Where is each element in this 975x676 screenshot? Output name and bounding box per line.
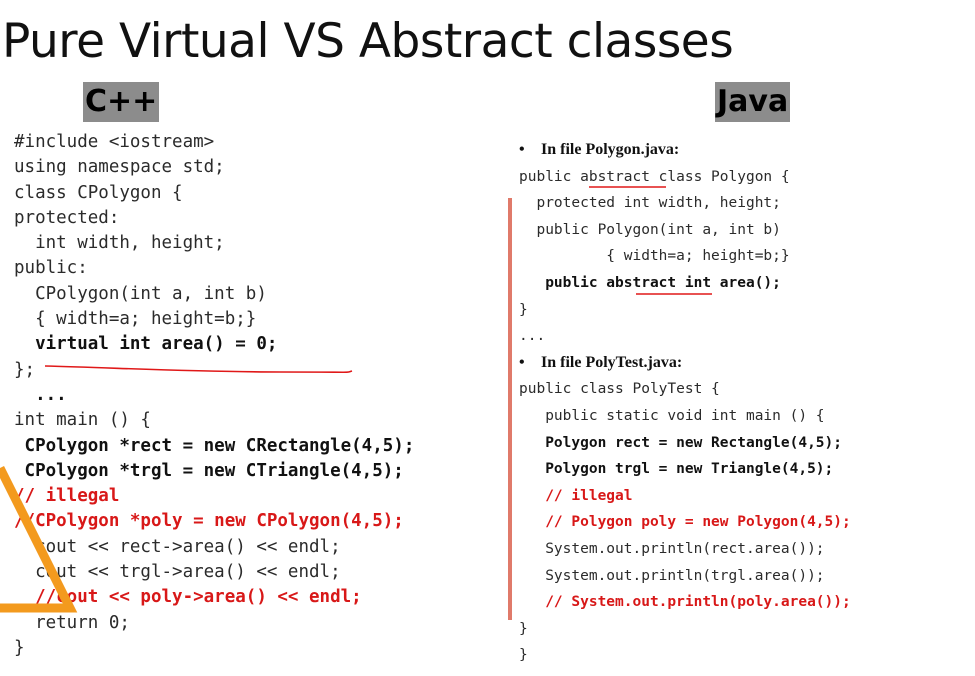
- code-line: { width=a; height=b;}: [519, 248, 790, 265]
- illegal-code-line: //cout << poly->area() << endl;: [14, 587, 362, 608]
- code-line: CPolygon *trgl = new CTriangle(4,5);: [14, 460, 404, 481]
- code-line: int main () {: [14, 410, 151, 431]
- code-line: public Polygon(int a, int b): [519, 221, 781, 238]
- code-line: return 0;: [14, 612, 130, 633]
- code-line: System.out.println(rect.area());: [519, 540, 825, 557]
- cpp-code-block: #include <iostream> using namespace std;…: [14, 130, 414, 661]
- code-line: protected:: [14, 207, 120, 228]
- code-line: cout << trgl->area() << endl;: [14, 562, 341, 583]
- illegal-code-line: // System.out.println(poly.area());: [519, 594, 851, 611]
- cpp-label: C++: [83, 82, 160, 122]
- code-line: protected int width, height;: [519, 195, 781, 212]
- illegal-code-line: // Polygon poly = new Polygon(4,5);: [519, 514, 851, 531]
- code-line: public:: [14, 258, 88, 279]
- code-line: using namespace std;: [14, 157, 225, 178]
- code-line: cout << rect->area() << endl;: [14, 536, 341, 557]
- code-line: public abstract class Polygon {: [519, 168, 790, 185]
- code-line: }: [519, 301, 528, 318]
- code-line: }: [519, 647, 528, 664]
- illegal-code-line: //CPolygon *poly = new CPolygon(4,5);: [14, 511, 404, 532]
- pure-virtual-line: virtual int area() = 0;: [14, 334, 278, 355]
- code-line: }: [519, 620, 528, 637]
- code-line: public static void int main () {: [519, 407, 825, 424]
- code-line: int width, height;: [14, 233, 225, 254]
- code-line: System.out.println(trgl.area());: [519, 567, 825, 584]
- code-line: ...: [14, 384, 67, 405]
- code-line: };: [14, 359, 36, 380]
- code-line: { width=a; height=b;}: [14, 309, 257, 330]
- code-line: CPolygon *rect = new CRectangle(4,5);: [14, 435, 415, 456]
- java-label: Java: [715, 82, 791, 122]
- section-divider: [508, 198, 512, 620]
- code-line: class CPolygon {: [14, 182, 183, 203]
- file-heading: • In file PolyTest.java:: [519, 353, 683, 371]
- file-heading: • In file Polygon.java:: [519, 141, 680, 158]
- code-line: CPolygon(int a, int b): [14, 283, 267, 304]
- java-code-block: • In file Polygon.java: public abstract c…: [519, 137, 851, 669]
- code-line: Polygon rect = new Rectangle(4,5);: [519, 434, 843, 451]
- code-line: ...: [519, 328, 546, 345]
- abstract-method-line: public abstract int area();: [519, 274, 781, 291]
- slide-title: Pure Virtual VS Abstract classes: [2, 14, 734, 69]
- code-line: #include <iostream>: [14, 132, 215, 152]
- code-line: Polygon trgl = new Triangle(4,5);: [519, 461, 834, 478]
- code-line: }: [14, 637, 25, 658]
- illegal-comment: // illegal: [14, 486, 120, 507]
- code-line: public class PolyTest {: [519, 381, 720, 398]
- illegal-comment: // illegal: [519, 487, 633, 504]
